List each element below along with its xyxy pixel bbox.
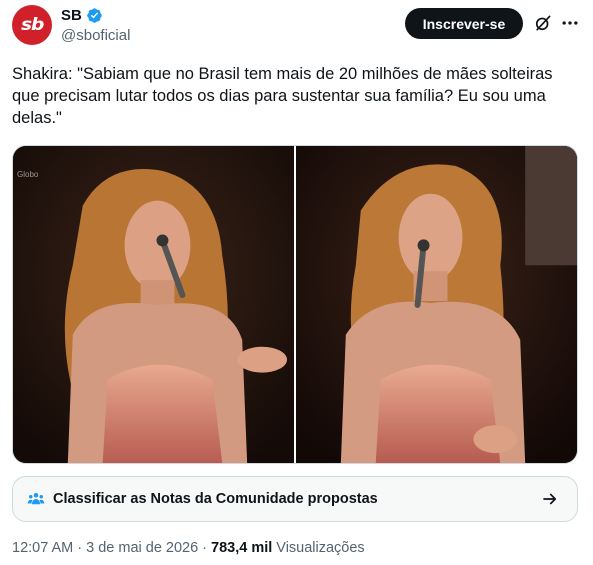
tweet-date[interactable]: 3 de mai de 2026 [86, 540, 198, 556]
community-notes-label: Classificar as Notas da Comunidade propo… [53, 491, 378, 507]
tweet-time[interactable]: 12:07 AM [12, 540, 73, 556]
grok-slash-icon[interactable] [533, 13, 553, 33]
verified-badge-icon [87, 8, 102, 23]
people-icon [27, 493, 45, 505]
more-dots-icon[interactable] [560, 13, 580, 33]
meta-separator: · [77, 540, 83, 556]
community-notes-button[interactable]: Classificar as Notas da Comunidade propo… [12, 476, 578, 522]
arrow-right-icon [543, 493, 557, 505]
photo-left-image [13, 146, 294, 463]
tweet-text: Shakira: "Sabiam que no Brasil tem mais … [12, 65, 553, 127]
tweet-photo-left[interactable]: Globo [13, 146, 294, 463]
views-count: 783,4 mil [211, 540, 273, 556]
meta-separator: · [202, 540, 208, 556]
author-name-row: SB [61, 7, 103, 24]
handle[interactable]: @sboficial [61, 27, 130, 44]
photo-watermark: Globo [17, 170, 39, 179]
tweet-photo-right[interactable] [296, 146, 577, 463]
subscribe-button[interactable]: Inscrever-se [405, 8, 523, 39]
tweet-meta: 12:07 AM · 3 de mai de 2026 · 783,4 mil … [12, 540, 365, 556]
tweet-media[interactable]: Globo [12, 145, 578, 464]
display-name[interactable]: SB [61, 7, 82, 24]
photo-right-image [296, 146, 577, 463]
avatar-logo-text: sb [20, 15, 44, 35]
avatar[interactable]: sb [12, 5, 52, 45]
views-label: Visualizações [276, 540, 365, 556]
